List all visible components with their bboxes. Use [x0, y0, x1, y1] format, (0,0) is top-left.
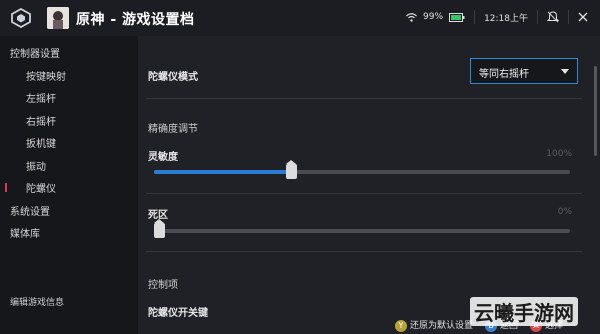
sensitivity-slider-thumb[interactable] — [285, 160, 297, 179]
divider — [146, 98, 582, 99]
sidebar-item-triggers[interactable]: 扳机键 — [26, 135, 56, 150]
status-area: 99% 12:18上午 — [406, 10, 588, 24]
divider — [146, 193, 582, 194]
settings-panel: 陀螺仪模式 等同右摇杆 精确度调节 灵敏度 100% 死区 0% 控制项 陀螺仪… — [138, 36, 600, 334]
edit-game-info-link[interactable]: 编辑游戏信息 — [10, 295, 64, 308]
deadzone-value: 0% — [557, 207, 572, 217]
scrollbar[interactable] — [594, 66, 597, 156]
sensitivity-value: 100% — [546, 149, 572, 159]
app-logo-icon — [11, 8, 31, 28]
precision-section-title: 精确度调节 — [148, 124, 198, 135]
y-button-icon: Y — [395, 320, 407, 332]
wifi-icon — [406, 12, 417, 22]
deadzone-slider-thumb[interactable] — [154, 219, 165, 238]
active-item-marker — [5, 183, 7, 192]
sensitivity-slider[interactable] — [154, 160, 570, 179]
sidebar-item-system-settings[interactable]: 系统设置 — [10, 203, 50, 218]
sensitivity-slider-fill — [154, 170, 292, 174]
gyro-mode-value: 等同右摇杆 — [479, 69, 529, 80]
deadzone-slider[interactable] — [154, 219, 570, 238]
sidebar-item-gyro[interactable]: 陀螺仪 — [26, 180, 56, 195]
battery-percent: 99% — [423, 12, 444, 22]
divider — [146, 251, 582, 252]
sidebar-item-vibration[interactable]: 振动 — [26, 158, 46, 173]
status-divider — [568, 10, 569, 24]
battery-icon — [449, 12, 465, 22]
watermark: 云曦手游网 — [470, 297, 578, 326]
reset-default-button[interactable]: Y 还原为默认设置 — [395, 318, 473, 332]
gyro-mode-label: 陀螺仪模式 — [148, 72, 198, 83]
chevron-down-icon — [561, 69, 569, 74]
top-bar: 原神 - 游戏设置档 99% 12:18上午 — [0, 0, 600, 36]
sensitivity-label: 灵敏度 — [148, 152, 178, 163]
sidebar-item-controller-settings[interactable]: 控制器设置 — [10, 45, 60, 60]
close-icon[interactable] — [578, 12, 588, 22]
sidebar-item-right-stick[interactable]: 右摇杆 — [26, 113, 56, 128]
sidebar-item-key-mapping[interactable]: 按键映射 — [26, 68, 66, 83]
sidebar-item-media-library[interactable]: 媒体库 — [10, 225, 40, 240]
page-title: 原神 - 游戏设置档 — [76, 12, 195, 28]
notification-bell-icon[interactable] — [547, 11, 559, 23]
controls-section-title: 控制项 — [148, 280, 178, 291]
status-divider — [474, 10, 476, 24]
game-avatar — [47, 7, 69, 29]
sidebar-item-left-stick[interactable]: 左摇杆 — [26, 90, 56, 105]
reset-label: 还原为默认设置 — [410, 321, 474, 331]
status-divider — [537, 10, 538, 24]
gyro-mode-select[interactable]: 等同右摇杆 — [470, 58, 578, 84]
gyro-switch-label: 陀螺仪开关键 — [148, 308, 208, 319]
clock: 12:18上午 — [484, 13, 528, 24]
sidebar: 控制器设置 按键映射 左摇杆 右摇杆 扳机键 振动 陀螺仪 系统设置 媒体库 — [0, 36, 138, 334]
